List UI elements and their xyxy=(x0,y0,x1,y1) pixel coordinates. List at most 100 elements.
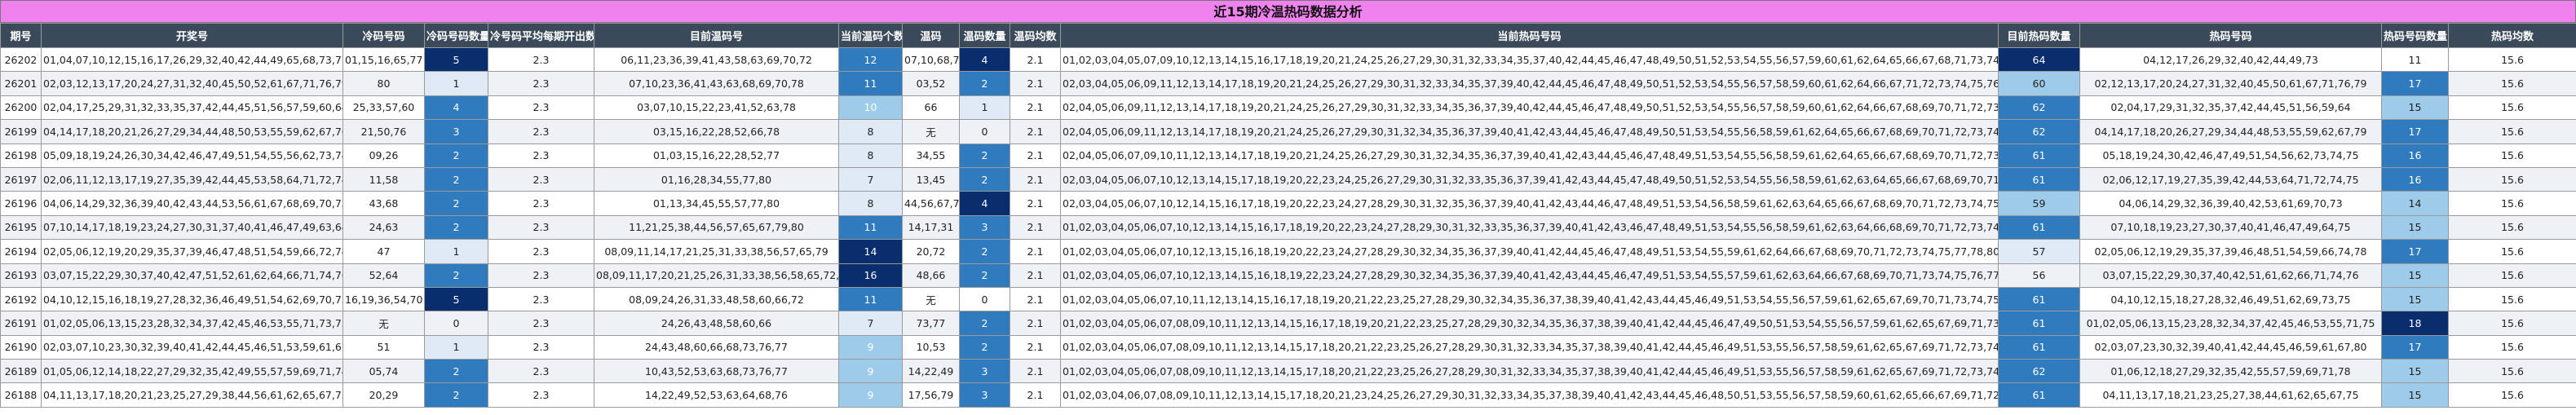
cell-warm[interactable]: 20,72 xyxy=(902,239,960,264)
cell-cold-avg[interactable]: 2.3 xyxy=(488,239,594,264)
cell-current-warm-count[interactable]: 16 xyxy=(838,263,903,288)
cell-warm-avg[interactable]: 2.1 xyxy=(1010,191,1061,216)
cell-hot-count[interactable]: 16 xyxy=(2381,166,2449,192)
cell-issue[interactable]: 26191 xyxy=(0,311,42,336)
col-header-cold-count[interactable]: 冷码号码数量 xyxy=(424,23,488,48)
cell-hot-avg[interactable]: 15.6 xyxy=(2448,334,2576,360)
cell-current-hot-count[interactable]: 62 xyxy=(1998,359,2080,384)
cell-current-warm-count[interactable]: 7 xyxy=(838,166,903,192)
cell-warm[interactable]: 66 xyxy=(902,95,960,121)
cell-hot[interactable]: 02,06,12,17,19,27,35,39,42,44,53,64,71,7… xyxy=(2079,166,2382,192)
cell-cold-numbers[interactable]: 80 xyxy=(342,71,425,96)
cell-hot-avg[interactable]: 15.6 xyxy=(2448,119,2576,144)
cell-cold-numbers[interactable]: 无 xyxy=(342,311,425,336)
cell-current-warm[interactable]: 01,13,34,45,55,57,77,80 xyxy=(594,191,839,216)
cell-cold-avg[interactable]: 2.3 xyxy=(488,214,594,241)
cell-hot[interactable]: 04,06,14,29,32,36,39,40,42,53,61,69,70,7… xyxy=(2079,191,2382,216)
cell-cold-count[interactable]: 0 xyxy=(424,311,488,336)
cell-hot[interactable]: 02,03,07,23,30,32,39,40,41,42,44,45,46,5… xyxy=(2079,334,2382,360)
cell-current-warm-count[interactable]: 8 xyxy=(838,119,903,144)
cell-current-warm[interactable]: 11,21,25,38,44,56,57,65,67,79,80 xyxy=(594,214,839,241)
cell-warm-count[interactable]: 0 xyxy=(959,119,1010,144)
cell-current-hot-count[interactable]: 61 xyxy=(1998,311,2080,336)
cell-current-hot[interactable]: 01,02,03,04,05,06,07,08,09,10,11,12,13,1… xyxy=(1060,311,1999,336)
cell-cold-avg[interactable]: 2.3 xyxy=(488,382,594,408)
cell-warm-count[interactable]: 3 xyxy=(959,214,1010,241)
cell-hot-avg[interactable]: 15.6 xyxy=(2448,286,2576,312)
cell-cold-avg[interactable]: 2.3 xyxy=(488,95,594,121)
cell-warm-avg[interactable]: 2.1 xyxy=(1010,359,1061,384)
cell-current-warm[interactable]: 10,43,52,53,63,68,73,76,77 xyxy=(594,359,839,384)
cell-current-hot[interactable]: 02,03,04,05,06,07,10,12,13,14,15,17,18,1… xyxy=(1060,166,1999,192)
cell-draw-numbers[interactable]: 05,09,18,19,24,26,30,34,42,46,47,49,51,5… xyxy=(41,143,343,168)
cell-cold-numbers[interactable]: 43,68 xyxy=(342,191,425,216)
cell-warm[interactable]: 48,66 xyxy=(902,263,960,288)
cell-current-hot-count[interactable]: 61 xyxy=(1998,286,2080,312)
cell-draw-numbers[interactable]: 01,02,05,06,13,15,23,28,32,34,37,42,45,4… xyxy=(41,311,343,336)
cell-cold-numbers[interactable]: 11,58 xyxy=(342,166,425,192)
cell-draw-numbers[interactable]: 04,14,17,18,20,21,26,27,29,34,44,48,50,5… xyxy=(41,119,343,144)
cell-hot-count[interactable]: 15 xyxy=(2381,214,2449,241)
cell-hot-avg[interactable]: 15.6 xyxy=(2448,46,2576,73)
cell-hot-count[interactable]: 15 xyxy=(2381,95,2449,121)
cell-issue[interactable]: 26189 xyxy=(0,359,42,384)
cell-warm-count[interactable]: 2 xyxy=(959,263,1010,288)
cell-current-hot-count[interactable]: 61 xyxy=(1998,214,2080,241)
cell-hot-avg[interactable]: 15.6 xyxy=(2448,382,2576,408)
cell-issue[interactable]: 26192 xyxy=(0,286,42,312)
cell-issue[interactable]: 26198 xyxy=(0,143,42,168)
cell-draw-numbers[interactable]: 02,04,17,25,29,31,32,33,35,37,42,44,45,5… xyxy=(41,95,343,121)
cell-current-warm[interactable]: 06,11,23,36,39,41,43,58,63,69,70,72 xyxy=(594,46,839,73)
cell-current-warm[interactable]: 03,07,10,15,22,23,41,52,63,78 xyxy=(594,95,839,121)
cell-cold-avg[interactable]: 2.3 xyxy=(488,46,594,73)
col-header-hot-avg[interactable]: 热码均数 xyxy=(2448,23,2576,48)
cell-cold-count[interactable]: 2 xyxy=(424,359,488,384)
cell-cold-count[interactable]: 5 xyxy=(424,286,488,312)
cell-cold-count[interactable]: 4 xyxy=(424,95,488,121)
cell-warm[interactable]: 无 xyxy=(902,119,960,144)
cell-cold-avg[interactable]: 2.3 xyxy=(488,311,594,336)
cell-draw-numbers[interactable]: 02,06,11,12,13,17,19,27,35,39,42,44,45,5… xyxy=(41,166,343,192)
cell-draw-numbers[interactable]: 04,06,14,29,32,36,39,40,42,43,44,53,56,6… xyxy=(41,191,343,216)
cell-cold-avg[interactable]: 2.3 xyxy=(488,191,594,216)
cell-current-hot-count[interactable]: 59 xyxy=(1998,191,2080,216)
cell-current-warm-count[interactable]: 12 xyxy=(838,46,903,73)
cell-hot-avg[interactable]: 15.6 xyxy=(2448,359,2576,384)
col-header-cold-avg[interactable]: 冷号码平均每期开出数量 xyxy=(488,23,594,48)
cell-current-hot[interactable]: 01,02,03,04,05,06,07,10,12,13,14,15,16,1… xyxy=(1060,214,1999,241)
col-header-issue[interactable]: 期号 xyxy=(0,23,42,48)
cell-current-hot-count[interactable]: 56 xyxy=(1998,263,2080,288)
cell-current-hot[interactable]: 01,02,03,04,05,06,07,08,09,10,11,12,13,1… xyxy=(1060,334,1999,360)
cell-warm-count[interactable]: 2 xyxy=(959,71,1010,96)
cell-hot-count[interactable]: 15 xyxy=(2381,263,2449,288)
cell-hot[interactable]: 04,11,13,17,18,21,23,25,27,38,44,61,62,6… xyxy=(2079,382,2382,408)
cell-current-warm-count[interactable]: 11 xyxy=(838,286,903,312)
cell-warm-count[interactable]: 1 xyxy=(959,95,1010,121)
cell-draw-numbers[interactable]: 04,11,13,17,18,20,21,23,25,27,29,38,44,5… xyxy=(41,382,343,408)
cell-warm-count[interactable]: 2 xyxy=(959,143,1010,168)
cell-warm-count[interactable]: 2 xyxy=(959,166,1010,192)
cell-hot-avg[interactable]: 15.6 xyxy=(2448,95,2576,121)
cell-warm-count[interactable]: 3 xyxy=(959,359,1010,384)
cell-hot-avg[interactable]: 15.6 xyxy=(2448,263,2576,288)
cell-cold-count[interactable]: 2 xyxy=(424,143,488,168)
cell-warm-avg[interactable]: 2.1 xyxy=(1010,71,1061,96)
cell-warm[interactable]: 14,22,49 xyxy=(902,359,960,384)
cell-current-warm[interactable]: 24,26,43,48,58,60,66 xyxy=(594,311,839,336)
cell-warm[interactable]: 07,10,68,78 xyxy=(902,46,960,73)
cell-current-hot[interactable]: 02,04,05,06,09,11,12,13,14,17,18,19,20,2… xyxy=(1060,95,1999,121)
cell-current-hot-count[interactable]: 57 xyxy=(1998,239,2080,264)
cell-current-hot[interactable]: 01,02,03,04,05,07,09,10,12,13,14,15,16,1… xyxy=(1060,46,1999,73)
cell-draw-numbers[interactable]: 01,05,06,12,14,18,22,27,29,32,35,42,49,5… xyxy=(41,359,343,384)
cell-current-warm[interactable]: 14,22,49,52,53,63,64,68,76 xyxy=(594,382,839,408)
cell-cold-count[interactable]: 1 xyxy=(424,71,488,96)
cell-hot[interactable]: 04,14,17,18,20,26,27,29,34,44,48,53,55,5… xyxy=(2079,119,2382,144)
col-header-current-warm[interactable]: 目前温码号 xyxy=(594,23,839,48)
cell-cold-numbers[interactable]: 25,33,57,60 xyxy=(342,95,425,121)
cell-hot-avg[interactable]: 15.6 xyxy=(2448,311,2576,336)
cell-warm-avg[interactable]: 2.1 xyxy=(1010,119,1061,144)
cell-cold-count[interactable]: 1 xyxy=(424,239,488,264)
cell-current-warm-count[interactable]: 10 xyxy=(838,95,903,121)
cell-warm-avg[interactable]: 2.1 xyxy=(1010,311,1061,336)
cell-hot-count[interactable]: 11 xyxy=(2381,46,2449,73)
